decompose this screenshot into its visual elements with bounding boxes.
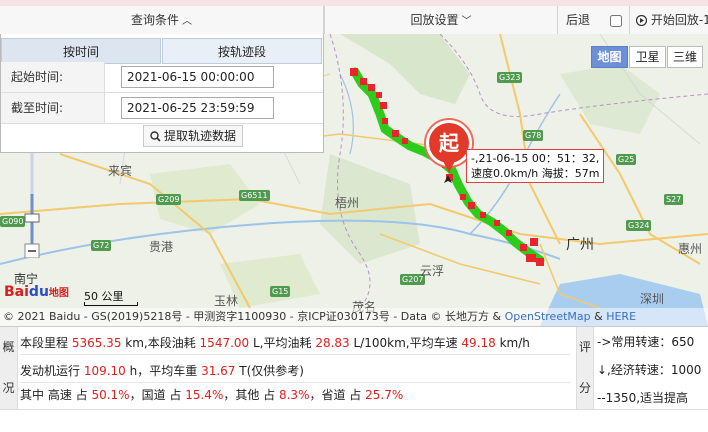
highway-badge: G72 bbox=[91, 240, 112, 251]
chevron-down-icon: ﹀ bbox=[461, 16, 472, 27]
common-rpm-text: ->常用转速：650 bbox=[597, 335, 695, 349]
baidu-logo-text: Bai bbox=[4, 284, 29, 300]
city-label: 玉林 bbox=[214, 294, 239, 308]
map-type-3d-button[interactable]: 三维 bbox=[667, 46, 703, 68]
fuel-value: 1547.00 bbox=[199, 336, 250, 350]
start-replay-label: 开始回放-1 bbox=[650, 13, 708, 27]
text: T(仅供参考) bbox=[235, 364, 304, 378]
query-conditions-label: 查询条件 bbox=[130, 13, 179, 27]
highway-badge: G324 bbox=[626, 220, 652, 231]
summary-line-mileage: 本段里程 5365.35 km,本段油耗 1547.00 L,平均油耗 28.8… bbox=[20, 331, 570, 355]
highway-badge: G78 bbox=[523, 130, 544, 141]
city-label: 云浮 bbox=[420, 264, 445, 278]
start-marker-label: 起 bbox=[439, 131, 459, 155]
back-label: 后退 bbox=[566, 13, 591, 27]
baidu-logo: Baidu地图 bbox=[4, 284, 69, 300]
tab-by-time[interactable]: 按时间 bbox=[1, 38, 161, 64]
baidu-logo-map: 地图 bbox=[48, 288, 69, 299]
highway-badge: G323 bbox=[497, 72, 523, 83]
baidu-logo-du: du bbox=[28, 284, 49, 300]
avg-speed-value: 49.18 bbox=[461, 336, 496, 350]
engine-hours-value: 109.10 bbox=[83, 364, 126, 378]
city-label: 贵港 bbox=[149, 240, 174, 254]
highway-badge: G209 bbox=[156, 194, 182, 205]
summary-label-2: 况 bbox=[2, 381, 15, 395]
fetch-track-button[interactable]: 提取轨迹数据 bbox=[143, 125, 244, 147]
score-label-1: 评 bbox=[578, 340, 591, 354]
text: km,本段油耗 bbox=[121, 336, 200, 350]
summary-line-engine: 发动机运行 109.10 h，平均车重 31.67 T(仅供参考) bbox=[20, 359, 570, 383]
city-label: 深圳 bbox=[640, 292, 665, 306]
score-side-label: 评 分 bbox=[576, 327, 594, 409]
national-share-value: 15.4% bbox=[185, 388, 224, 402]
avg-weight-value: 31.67 bbox=[201, 364, 236, 378]
summary-divider bbox=[0, 409, 708, 410]
highway-share-value: 50.1% bbox=[91, 388, 130, 402]
start-time-input[interactable] bbox=[121, 66, 274, 88]
text: L/100km,平均车速 bbox=[349, 336, 462, 350]
map-scale-bar bbox=[84, 302, 138, 306]
text: 本段里程 bbox=[20, 336, 72, 350]
chevron-up-icon: ︿ bbox=[182, 16, 192, 27]
highway-badge: S27 bbox=[664, 194, 684, 205]
copyright-text: © 2021 Baidu - GS(2019)5218号 - 甲测资字11009… bbox=[3, 310, 505, 323]
text: ，省道 占 bbox=[309, 388, 366, 402]
start-time-row: 起始时间: bbox=[1, 62, 323, 93]
back-option: 后退 bbox=[558, 6, 630, 34]
tooltip-time: -,21-06-15 00：51：32, bbox=[471, 152, 600, 165]
text: km/h bbox=[495, 336, 530, 350]
map-canvas[interactable]: G323 G78 G6511 G209 G72 G090 G25 S27 G32… bbox=[0, 34, 708, 326]
city-label: 来宾 bbox=[108, 164, 133, 178]
end-time-input[interactable] bbox=[121, 97, 274, 119]
city-label: 惠州 bbox=[678, 242, 703, 256]
economic-rpm-text: ↓,经济转速：1000 bbox=[597, 363, 702, 377]
score-label-2: 分 bbox=[578, 381, 591, 395]
text: ，国道 占 bbox=[129, 388, 186, 402]
text: L,平均油耗 bbox=[249, 336, 316, 350]
highway-badge: G090 bbox=[0, 216, 26, 227]
summary-line-road-share: 其中 高速 占 50.1%，国道 占 15.4%，其他 占 8.3%，省道 占 … bbox=[20, 383, 570, 407]
text: ，其他 占 bbox=[223, 388, 279, 402]
tooltip-speed: 速度0.0km/h 海拔：57m bbox=[471, 167, 600, 180]
avg-fuel-value: 28.83 bbox=[315, 336, 350, 350]
start-replay-button[interactable]: 开始回放-1 bbox=[630, 6, 708, 34]
back-checkbox[interactable] bbox=[609, 14, 622, 27]
summary-panel: 概 况 本段里程 5365.35 km,本段油耗 1547.00 L,平均油耗 … bbox=[0, 326, 708, 432]
replay-settings-toggle[interactable]: 回放设置 ﹀ bbox=[324, 6, 558, 34]
track-point-tooltip: -,21-06-15 00：51：32, 速度0.0km/h 海拔：57m bbox=[466, 149, 604, 183]
text: 发动机运行 bbox=[20, 364, 84, 378]
fetch-track-label: 提取轨迹数据 bbox=[164, 129, 237, 143]
map-type-satellite-button[interactable]: 卫星 bbox=[629, 46, 666, 68]
text: 其中 高速 占 bbox=[20, 388, 92, 402]
end-time-row: 截至时间: bbox=[1, 93, 323, 124]
other-share-value: 8.3% bbox=[278, 388, 310, 402]
replay-settings-label: 回放设置 bbox=[410, 13, 459, 27]
start-time-label: 起始时间: bbox=[1, 62, 105, 92]
city-label: 广州 bbox=[566, 237, 594, 253]
mileage-value: 5365.35 bbox=[71, 336, 122, 350]
provincial-share-value: 25.7% bbox=[365, 388, 404, 402]
summary-label-1: 概 bbox=[2, 340, 15, 354]
start-marker-tail bbox=[443, 161, 455, 173]
end-time-label: 截至时间: bbox=[1, 93, 105, 123]
rpm-advice-text: --1350,适当提高 bbox=[597, 391, 689, 405]
tab-by-track-segment[interactable]: 按轨迹段 bbox=[162, 38, 322, 64]
copyright-and: & bbox=[590, 310, 607, 323]
top-toolbar: 查询条件 ︿ 回放设置 ﹀ 后退 开始回放-1 bbox=[0, 0, 708, 34]
text: h，平均车重 bbox=[125, 364, 202, 378]
map-copyright: © 2021 Baidu - GS(2019)5218号 - 甲测资字11009… bbox=[0, 308, 708, 326]
city-label: 梧州 bbox=[335, 196, 360, 210]
play-icon bbox=[635, 14, 648, 27]
map-type-map-button[interactable]: 地图 bbox=[591, 46, 628, 68]
highway-badge: G6511 bbox=[239, 190, 270, 201]
query-panel: 按时间 按轨迹段 起始时间: 截至时间: 提取轨迹数据 bbox=[0, 34, 324, 153]
here-link[interactable]: HERE bbox=[606, 310, 636, 323]
openstreetmap-link[interactable]: OpenStreetMap bbox=[505, 310, 591, 323]
map-scale: 50 公里 bbox=[84, 288, 138, 306]
highway-badge: G25 bbox=[616, 154, 637, 165]
highway-badge: G15 bbox=[270, 286, 291, 297]
search-icon bbox=[150, 131, 161, 142]
summary-side-label: 概 况 bbox=[0, 327, 18, 409]
query-conditions-toggle[interactable]: 查询条件 ︿ bbox=[0, 6, 324, 34]
